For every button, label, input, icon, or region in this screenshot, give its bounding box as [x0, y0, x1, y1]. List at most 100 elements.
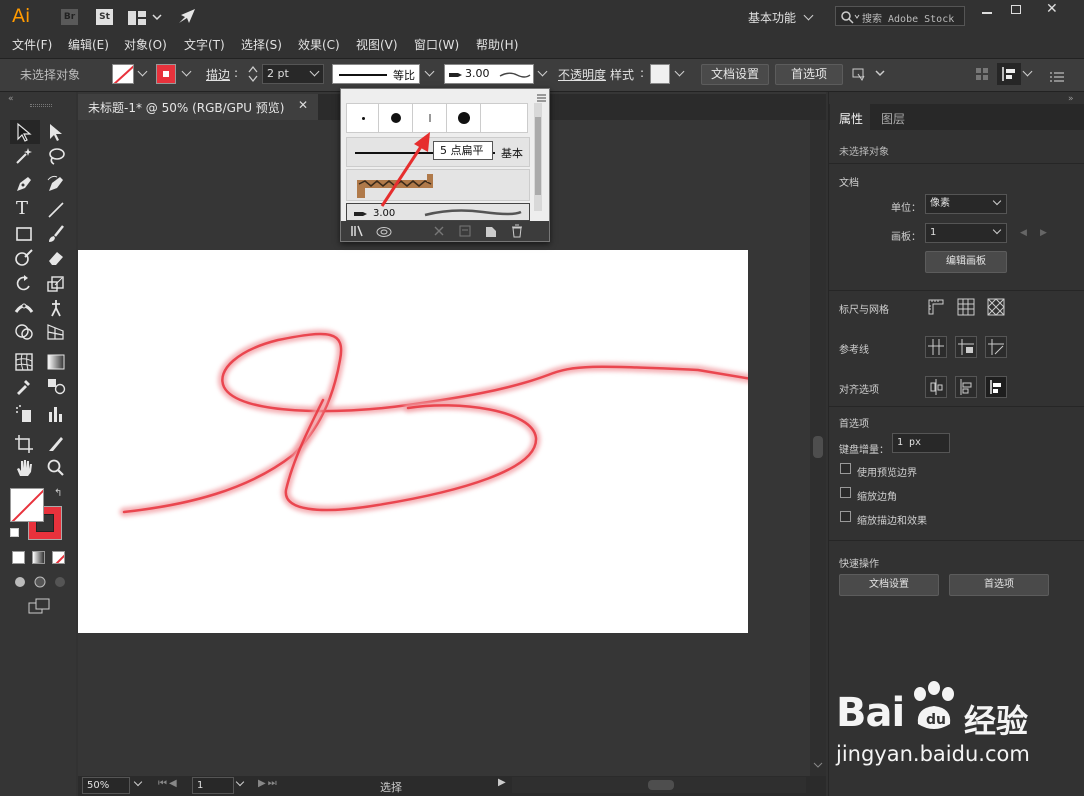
- delete-brush-icon[interactable]: [511, 224, 523, 238]
- panel-menu-icon[interactable]: [1050, 68, 1064, 87]
- vertical-scrollbar[interactable]: [810, 120, 826, 776]
- brush-definition[interactable]: 3.00: [444, 64, 534, 84]
- status-menu-icon[interactable]: ▶: [498, 777, 506, 788]
- zoom-input[interactable]: 50%: [82, 777, 130, 794]
- swap-fill-stroke-icon[interactable]: ↰: [54, 488, 62, 499]
- previous-artboard-icon[interactable]: ◀: [1020, 228, 1027, 238]
- hand-tool-icon[interactable]: [14, 458, 34, 478]
- shaper-tool-icon[interactable]: [14, 248, 34, 268]
- type-tool-icon[interactable]: T: [16, 198, 28, 219]
- mesh-tool-icon[interactable]: [14, 352, 34, 372]
- libraries-panel-icon[interactable]: [375, 224, 393, 238]
- zoom-tool-icon[interactable]: [46, 458, 66, 478]
- edit-artboards-button[interactable]: 编辑画板: [925, 251, 1007, 273]
- selection-tool-icon[interactable]: [14, 122, 34, 142]
- line-tool-icon[interactable]: [46, 200, 66, 220]
- menu-file[interactable]: 文件(F): [12, 36, 52, 53]
- horizontal-scrollbar[interactable]: [512, 777, 806, 793]
- opacity-label[interactable]: 不透明度: [558, 66, 606, 83]
- paintbrush-tool-icon[interactable]: [46, 224, 66, 244]
- menu-select[interactable]: 选择(S): [241, 36, 282, 53]
- default-colors-icon[interactable]: [10, 528, 19, 537]
- column-graph-tool-icon[interactable]: [46, 404, 66, 424]
- smart-guides-icon[interactable]: [985, 336, 1007, 358]
- variable-width-profile[interactable]: 等比: [332, 64, 420, 84]
- align-to-icon[interactable]: [852, 66, 886, 86]
- next-artboard-icon[interactable]: ▶: [1040, 228, 1047, 238]
- width-tool-icon[interactable]: [14, 298, 34, 318]
- first-artboard-icon[interactable]: ⏮◀: [158, 778, 179, 789]
- slice-tool-icon[interactable]: [46, 434, 66, 454]
- graphic-style-swatch[interactable]: [650, 64, 670, 84]
- preview-bounds-checkbox[interactable]: [840, 463, 851, 474]
- pen-tool-icon[interactable]: [14, 174, 34, 194]
- screen-mode-icon[interactable]: [28, 598, 52, 616]
- popup-menu-icon[interactable]: [535, 89, 547, 108]
- brush-stroke-artwork[interactable]: [78, 250, 763, 633]
- scale-strokes-checkbox[interactable]: [840, 511, 851, 522]
- stock-search-input[interactable]: 搜索 Adobe Stock: [835, 6, 965, 26]
- menu-object[interactable]: 对象(O): [124, 36, 167, 53]
- preferences-button[interactable]: 首选项: [775, 64, 843, 85]
- tab-layers[interactable]: 图层: [881, 110, 905, 127]
- lock-guides-icon[interactable]: [955, 336, 977, 358]
- stroke-swatch[interactable]: [156, 64, 176, 84]
- color-mode-icon[interactable]: [12, 551, 25, 564]
- menu-type[interactable]: 文字(T): [184, 36, 225, 53]
- art-brush-row[interactable]: 3.00: [346, 203, 530, 221]
- grip-icon[interactable]: [30, 104, 52, 107]
- quick-preferences-button[interactable]: 首选项: [949, 574, 1049, 596]
- vertical-scroll-thumb[interactable]: [813, 436, 823, 458]
- close-window-icon[interactable]: ✕: [1046, 1, 1058, 17]
- document-setup-button[interactable]: 文档设置: [701, 64, 769, 85]
- shape-builder-tool-icon[interactable]: [14, 322, 34, 342]
- collapse-panel-icon[interactable]: »: [1068, 94, 1074, 104]
- eraser-tool-icon[interactable]: [46, 248, 66, 268]
- menu-edit[interactable]: 编辑(E): [68, 36, 109, 53]
- magic-wand-tool-icon[interactable]: [14, 146, 34, 166]
- tab-properties[interactable]: 属性: [839, 110, 863, 127]
- fill-color-front[interactable]: [10, 488, 44, 522]
- artboard[interactable]: [78, 250, 763, 633]
- bridge-button[interactable]: Br: [61, 9, 78, 25]
- rulers-icon[interactable]: [926, 297, 946, 317]
- menu-view[interactable]: 视图(V): [356, 36, 398, 53]
- keyboard-increment-input[interactable]: 1 px: [892, 433, 950, 453]
- fill-swatch[interactable]: [112, 64, 134, 84]
- rectangle-tool-icon[interactable]: [14, 224, 34, 244]
- eyedropper-tool-icon[interactable]: [14, 376, 34, 396]
- rotate-tool-icon[interactable]: [14, 274, 34, 294]
- units-select[interactable]: 像素: [925, 194, 1007, 214]
- stroke-label[interactable]: 描边: [206, 66, 230, 83]
- grid-icon[interactable]: [956, 297, 976, 317]
- guides-icon[interactable]: [925, 336, 947, 358]
- transparency-grid-icon[interactable]: [986, 297, 1006, 317]
- gradient-mode-icon[interactable]: [32, 551, 45, 564]
- gradient-tool-icon[interactable]: [46, 352, 66, 372]
- artboard-number-input[interactable]: 1: [192, 777, 234, 794]
- align-key-object-icon[interactable]: [925, 376, 947, 398]
- collapse-tools-icon[interactable]: «: [8, 94, 14, 104]
- new-brush-icon[interactable]: [485, 224, 497, 238]
- menu-effect[interactable]: 效果(C): [298, 36, 340, 53]
- scale-corners-checkbox[interactable]: [840, 487, 851, 498]
- drawing-modes-icon[interactable]: [12, 574, 68, 590]
- next-artboard-icon[interactable]: ▶⏭: [258, 778, 279, 789]
- arrange-documents-icon[interactable]: [128, 10, 162, 29]
- none-mode-icon[interactable]: [52, 551, 65, 564]
- brush-options-icon[interactable]: [459, 224, 471, 238]
- curvature-tool-icon[interactable]: [46, 174, 66, 194]
- brush-swatch-1pt[interactable]: [347, 104, 379, 132]
- workspace-switcher[interactable]: 基本功能: [748, 9, 796, 26]
- popup-scrollbar[interactable]: [534, 103, 542, 211]
- stock-button[interactable]: St: [96, 9, 113, 25]
- menu-help[interactable]: 帮助(H): [476, 36, 518, 53]
- artboard-tool-icon[interactable]: [14, 434, 34, 454]
- align-artboard-icon[interactable]: [985, 376, 1007, 398]
- align-options-icon[interactable]: [997, 63, 1021, 85]
- gpu-performance-icon[interactable]: [177, 7, 197, 29]
- close-tab-icon[interactable]: ✕: [298, 98, 308, 112]
- maximize-icon[interactable]: [1011, 5, 1021, 14]
- scale-tool-icon[interactable]: [46, 274, 66, 294]
- lasso-tool-icon[interactable]: [46, 146, 66, 166]
